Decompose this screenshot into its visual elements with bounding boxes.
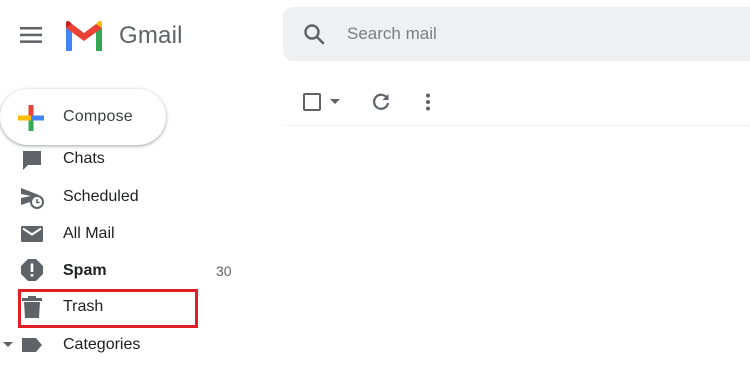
label-icon (22, 338, 42, 352)
mail-toolbar (283, 78, 750, 126)
compose-button[interactable]: Compose (0, 89, 166, 145)
sidebar-item-chats[interactable]: Chats (0, 144, 250, 176)
sidebar-item-label: Chats (63, 150, 105, 167)
top-bar: Gmail (0, 0, 750, 70)
sidebar-item-categories[interactable]: Categories (0, 329, 250, 361)
app-title: Gmail (119, 22, 183, 49)
sidebar-item-spam[interactable]: Spam 30 (0, 255, 250, 287)
compose-label: Compose (63, 108, 133, 125)
sidebar-item-all-mail[interactable]: All Mail (0, 218, 250, 250)
trash-icon (22, 296, 42, 318)
more-options-button[interactable] (417, 86, 439, 118)
refresh-button[interactable] (369, 86, 393, 118)
refresh-icon (373, 93, 390, 110)
chevron-down-icon (330, 99, 340, 104)
more-vert-icon (426, 93, 430, 111)
search-bar (283, 7, 750, 61)
expand-arrow-icon[interactable] (3, 340, 13, 350)
unread-count-badge: 30 (216, 263, 232, 279)
sidebar-item-label: Categories (63, 336, 141, 353)
sidebar-item-trash[interactable]: Trash (0, 292, 250, 324)
gmail-logo[interactable]: Gmail (63, 16, 193, 56)
sidebar-item-label: Scheduled (63, 188, 139, 205)
scheduled-send-icon (21, 188, 44, 209)
checkbox-icon (303, 93, 321, 111)
spam-icon (21, 259, 43, 281)
select-checkbox-button[interactable] (301, 86, 345, 118)
plus-icon (18, 105, 44, 131)
search-icon[interactable] (302, 22, 326, 46)
hamburger-menu-icon (20, 27, 42, 43)
main-menu-button[interactable] (11, 15, 51, 55)
gmail-m-icon (66, 21, 102, 51)
sidebar-item-label: Trash (63, 298, 104, 315)
search-input[interactable] (347, 19, 727, 49)
mail-icon (21, 226, 43, 242)
sidebar-item-label: Spam (63, 262, 107, 279)
sidebar-item-scheduled[interactable]: Scheduled (0, 181, 250, 213)
chat-icon (23, 151, 41, 170)
sidebar-item-label: All Mail (63, 225, 115, 242)
